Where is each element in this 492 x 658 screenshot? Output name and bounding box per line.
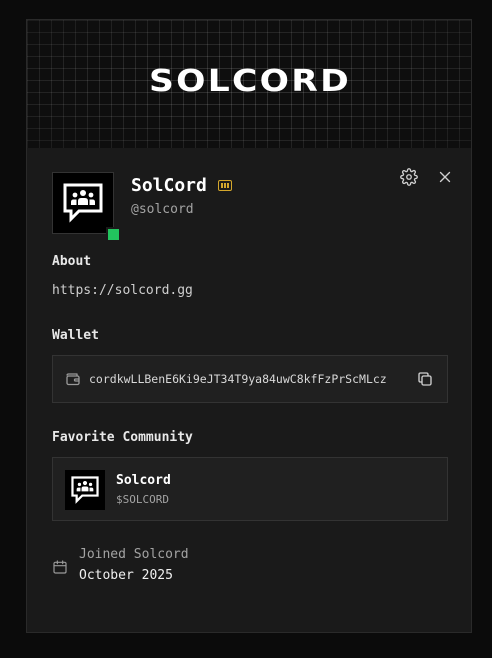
about-text: https://solcord.gg (52, 283, 193, 298)
settings-button[interactable] (400, 168, 418, 186)
wallet-address: cordkwLLBenE6Ki9eJT34T9ya84uwC8kfFzPrScM… (89, 372, 387, 386)
online-status-indicator (106, 227, 121, 242)
display-name: SolCord (131, 175, 207, 196)
joined-label: Joined Solcord (79, 547, 189, 562)
copy-address-button[interactable] (416, 370, 434, 388)
copy-icon (418, 372, 432, 386)
profile-banner: SOLCORD (27, 20, 471, 148)
wallet-address-box: cordkwLLBenE6Ki9eJT34T9ya84uwC8kfFzPrScM… (52, 355, 448, 403)
about-label: About (52, 254, 92, 269)
profile-modal: SOLCORD SolCord @solcord About https://s… (26, 19, 472, 633)
community-ticker: $SOLCORD (116, 493, 169, 506)
community-name: Solcord (116, 473, 171, 488)
close-button[interactable] (436, 168, 454, 186)
community-avatar (65, 470, 105, 510)
calendar-icon (53, 560, 67, 574)
chat-group-icon (63, 183, 103, 223)
gear-icon (400, 168, 418, 186)
verified-badge-icon (218, 180, 232, 191)
favorite-community-card[interactable]: Solcord $SOLCORD (52, 457, 448, 521)
username-handle: @solcord (131, 202, 194, 217)
favorite-community-label: Favorite Community (52, 430, 193, 445)
joined-date: October 2025 (79, 568, 173, 583)
banner-logo: SOLCORD (148, 64, 352, 99)
close-icon (439, 171, 451, 183)
wallet-label: Wallet (52, 328, 99, 343)
chat-group-icon (71, 476, 99, 504)
avatar (52, 172, 114, 234)
wallet-icon (66, 373, 80, 386)
